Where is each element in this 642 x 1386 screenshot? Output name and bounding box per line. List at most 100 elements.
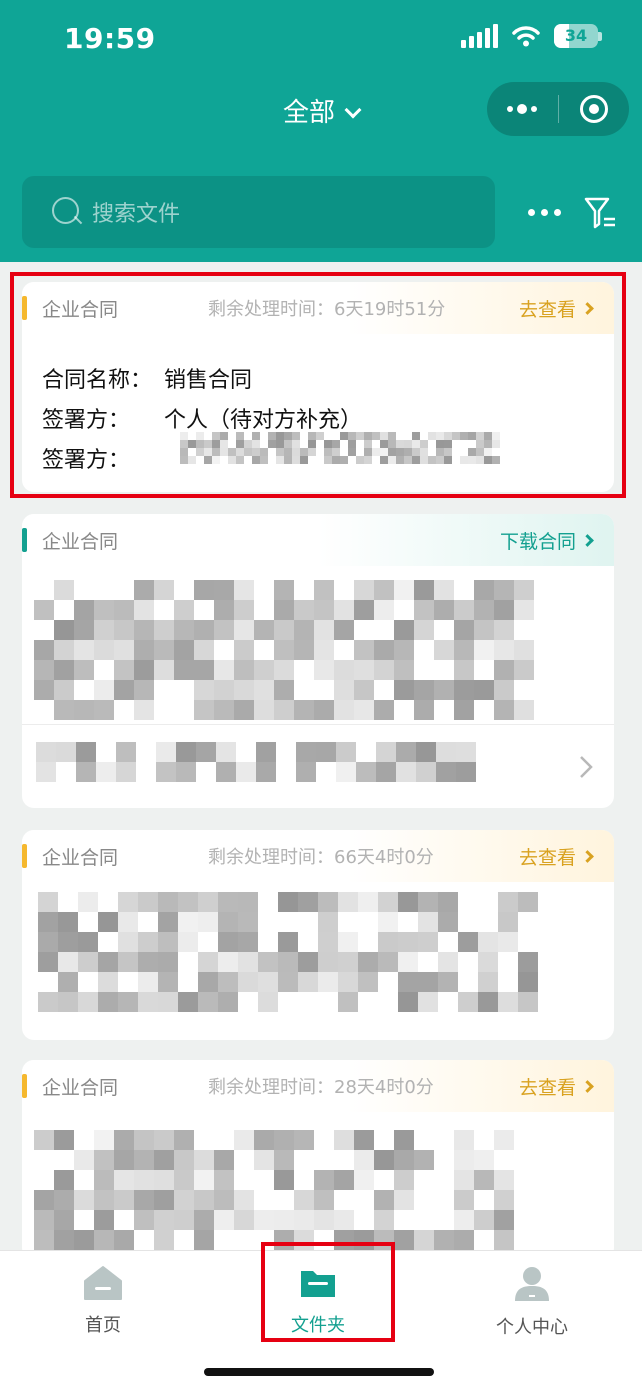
redaction-block xyxy=(416,742,436,762)
redaction-block xyxy=(154,660,174,680)
redaction-block xyxy=(198,972,218,992)
redaction-block xyxy=(194,1150,214,1170)
redaction-block xyxy=(154,1230,174,1250)
redaction-block xyxy=(114,680,134,700)
home-icon xyxy=(84,1266,122,1300)
redaction-block xyxy=(234,1190,254,1210)
redaction-block xyxy=(34,1230,54,1250)
redaction-block xyxy=(234,640,254,660)
redaction-block xyxy=(194,620,214,640)
capsule-menu-button[interactable] xyxy=(487,82,558,136)
redaction-block xyxy=(394,1190,414,1210)
redaction-block xyxy=(494,580,514,600)
redaction-block xyxy=(194,1170,214,1190)
redaction-block xyxy=(338,972,358,992)
redaction-block xyxy=(134,1210,154,1230)
redaction-block xyxy=(154,1190,174,1210)
redaction-block xyxy=(94,680,114,700)
redaction-block xyxy=(58,932,78,952)
redaction-block xyxy=(216,742,236,762)
redaction-block xyxy=(74,700,94,720)
tab-label: 首页 xyxy=(85,1315,121,1336)
redaction-block xyxy=(134,1190,154,1210)
redaction-block xyxy=(334,1130,354,1150)
redaction-block xyxy=(118,932,138,952)
redaction-block xyxy=(254,1130,274,1150)
redaction-block xyxy=(318,952,338,972)
redaction-block xyxy=(98,912,118,932)
redaction-block xyxy=(254,1210,274,1230)
redaction-block xyxy=(254,660,274,680)
redaction-block xyxy=(318,912,338,932)
chevron-right-icon[interactable] xyxy=(578,754,594,780)
redaction-block xyxy=(76,762,96,782)
redaction-block xyxy=(194,660,214,680)
app-header: 19:59 34 全部 搜索文件 xyxy=(0,0,642,262)
redaction-block xyxy=(94,1170,114,1190)
redaction-block xyxy=(198,892,218,912)
redaction-block xyxy=(314,640,334,660)
redaction-block xyxy=(96,762,116,782)
redaction-block xyxy=(454,1130,474,1150)
redaction-block xyxy=(414,600,434,620)
view-button[interactable]: 去查看 xyxy=(519,843,594,870)
download-contract-button[interactable]: 下载合同 xyxy=(500,527,594,554)
redaction-block xyxy=(498,992,518,1012)
redaction-block xyxy=(378,892,398,912)
redaction-block xyxy=(394,680,414,700)
redaction-block xyxy=(478,992,498,1012)
redaction-block xyxy=(214,660,234,680)
redaction-block xyxy=(374,1190,394,1210)
view-button[interactable]: 去查看 xyxy=(519,1073,594,1100)
redaction-block xyxy=(118,912,138,932)
redaction-block xyxy=(116,742,136,762)
redaction-block xyxy=(174,1170,194,1190)
redaction-block xyxy=(196,742,216,762)
redaction-block xyxy=(38,992,58,1012)
redaction-block xyxy=(54,660,74,680)
redaction-block xyxy=(456,762,476,782)
redaction-block xyxy=(454,640,474,660)
contract-card[interactable]: 企业合同 下载合同 xyxy=(22,514,614,808)
redaction-block xyxy=(34,660,54,680)
redaction-block xyxy=(474,1210,494,1230)
redaction-block xyxy=(38,932,58,952)
redaction-block xyxy=(334,620,354,640)
redaction-block xyxy=(98,992,118,1012)
redaction-block xyxy=(338,952,358,972)
capsule-close-button[interactable] xyxy=(559,82,630,136)
battery-level: 34 xyxy=(564,26,588,45)
redaction-block xyxy=(294,1190,314,1210)
redaction-block xyxy=(214,620,234,640)
redaction-block xyxy=(94,1130,114,1150)
redaction-block xyxy=(134,680,154,700)
person-icon xyxy=(515,1267,549,1301)
redaction-block xyxy=(494,660,514,680)
tab-home[interactable]: 首页 xyxy=(23,1265,183,1337)
redaction-block xyxy=(438,972,458,992)
redaction-block xyxy=(218,992,238,1012)
filter-icon[interactable] xyxy=(584,196,616,230)
redaction-block xyxy=(134,620,154,640)
redaction-block xyxy=(274,1150,294,1170)
redaction-block xyxy=(218,972,238,992)
contract-card[interactable]: 企业合同 剩余处理时间：66天4时0分 去查看 xyxy=(22,830,614,1040)
redaction-block xyxy=(134,700,154,720)
tab-profile[interactable]: 个人中心 xyxy=(452,1265,612,1339)
home-indicator[interactable] xyxy=(204,1368,434,1376)
redaction-block xyxy=(174,1130,194,1150)
redaction-block xyxy=(298,952,318,972)
search-input[interactable]: 搜索文件 xyxy=(22,176,495,248)
redaction-block xyxy=(34,680,54,700)
redaction-block xyxy=(194,1190,214,1210)
redaction-block xyxy=(394,1130,414,1150)
redaction-block xyxy=(314,580,334,600)
redaction-block xyxy=(494,600,514,620)
redaction-block xyxy=(134,600,154,620)
redaction-block xyxy=(176,762,196,782)
contract-card[interactable]: 企业合同 剩余处理时间：28天4时0分 去查看 xyxy=(22,1060,614,1260)
redaction-block xyxy=(376,742,396,762)
redaction-block xyxy=(294,640,314,660)
redaction-block xyxy=(338,892,358,912)
more-options-icon[interactable] xyxy=(528,209,561,216)
